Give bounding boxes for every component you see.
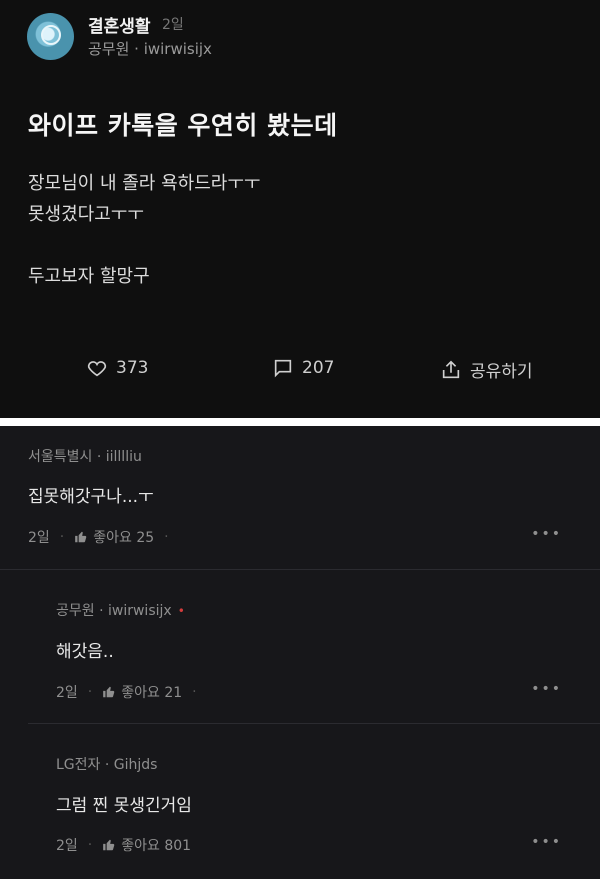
heart-icon <box>87 361 107 377</box>
separator-dot: · <box>192 684 197 700</box>
comment-footer: 2일 · 좋아요 801 <box>56 835 191 855</box>
comment-text: 그럼 찐 못생긴거임 <box>56 796 192 816</box>
comment-text: 해갓음.. <box>56 642 114 662</box>
board-name[interactable]: 결혼생활 <box>88 12 151 37</box>
comment-author[interactable]: 서울특별시 · iilllliu <box>28 446 142 466</box>
more-icon[interactable]: ••• <box>531 681 562 697</box>
post-card: 결혼생활 2일 공무원 · iwirwisijx 와이프 카톡을 우연히 봤는데… <box>0 0 600 418</box>
more-icon[interactable]: ••• <box>531 526 562 542</box>
comment-age: 2일 <box>56 685 78 701</box>
like-count: 373 <box>116 358 149 378</box>
comment-author-text: 서울특별시 · iilllliu <box>28 449 142 465</box>
comment-age: 2일 <box>56 838 78 854</box>
post-author[interactable]: 공무원 · iwirwisijx <box>88 38 212 59</box>
comment-age: 2일 <box>28 530 50 546</box>
thumb-up-icon[interactable] <box>102 685 116 699</box>
post-body-line: 못생겼다고ㅜㅜ <box>28 204 144 225</box>
separator-dot: · <box>59 529 65 545</box>
section-divider <box>0 418 600 426</box>
post-title: 와이프 카톡을 우연히 봤는데 <box>28 111 338 140</box>
separator-dot: · <box>87 837 93 853</box>
share-icon <box>442 360 460 378</box>
post-body-line: 두고보자 할망구 <box>28 266 150 287</box>
like-button[interactable]: 373 <box>86 357 148 379</box>
post-body-line <box>28 230 260 261</box>
ring-icon <box>41 25 61 45</box>
post-body-line: 장모님이 내 졸라 욕하드라ㅜㅜ <box>28 173 261 194</box>
thumb-up-icon[interactable] <box>102 838 116 852</box>
comment-list: 서울특별시 · iilllliu 집못해갓구나...ㅜ 2일 · 좋아요 25 … <box>0 426 600 879</box>
comment-author-text: LG전자 · Gihjds <box>56 757 158 773</box>
comment-likes[interactable]: 좋아요 21 <box>121 682 182 702</box>
comment-text: 집못해갓구나...ㅜ <box>28 487 154 507</box>
share-button[interactable]: 공유하기 <box>440 357 533 382</box>
thumb-up-icon[interactable] <box>74 530 88 544</box>
comment-likes[interactable]: 좋아요 25 <box>93 527 154 547</box>
comment-button[interactable]: 207 <box>272 357 334 379</box>
reply-item: LG전자 · Gihjds 그럼 찐 못생긴거임 2일 · 좋아요 801 ••… <box>0 724 600 879</box>
comment-author-text: 공무원 · iwirwisijx <box>56 603 172 619</box>
author-badge: • <box>177 604 185 618</box>
reply-item: 공무원 · iwirwisijx • 해갓음.. 2일 · 좋아요 21 · ••… <box>0 570 600 724</box>
post-age: 2일 <box>162 17 184 33</box>
comment-count: 207 <box>302 358 335 378</box>
comment-author[interactable]: 공무원 · iwirwisijx • <box>56 600 185 620</box>
post-body: 장모님이 내 졸라 욕하드라ㅜㅜ 못생겼다고ㅜㅜ 두고보자 할망구 <box>28 168 260 292</box>
board-avatar[interactable] <box>27 13 74 60</box>
comment-author[interactable]: LG전자 · Gihjds <box>56 754 157 774</box>
more-icon[interactable]: ••• <box>531 834 562 850</box>
comment-item: 서울특별시 · iilllliu 집못해갓구나...ㅜ 2일 · 좋아요 25 … <box>0 426 600 570</box>
separator-dot: · <box>87 684 93 700</box>
separator-dot: · <box>164 529 169 545</box>
comment-footer: 2일 · 좋아요 25 · <box>28 527 179 547</box>
comment-icon <box>274 359 292 378</box>
share-label: 공유하기 <box>470 362 533 382</box>
comment-likes[interactable]: 좋아요 801 <box>121 835 191 855</box>
comment-footer: 2일 · 좋아요 21 · <box>56 682 207 702</box>
